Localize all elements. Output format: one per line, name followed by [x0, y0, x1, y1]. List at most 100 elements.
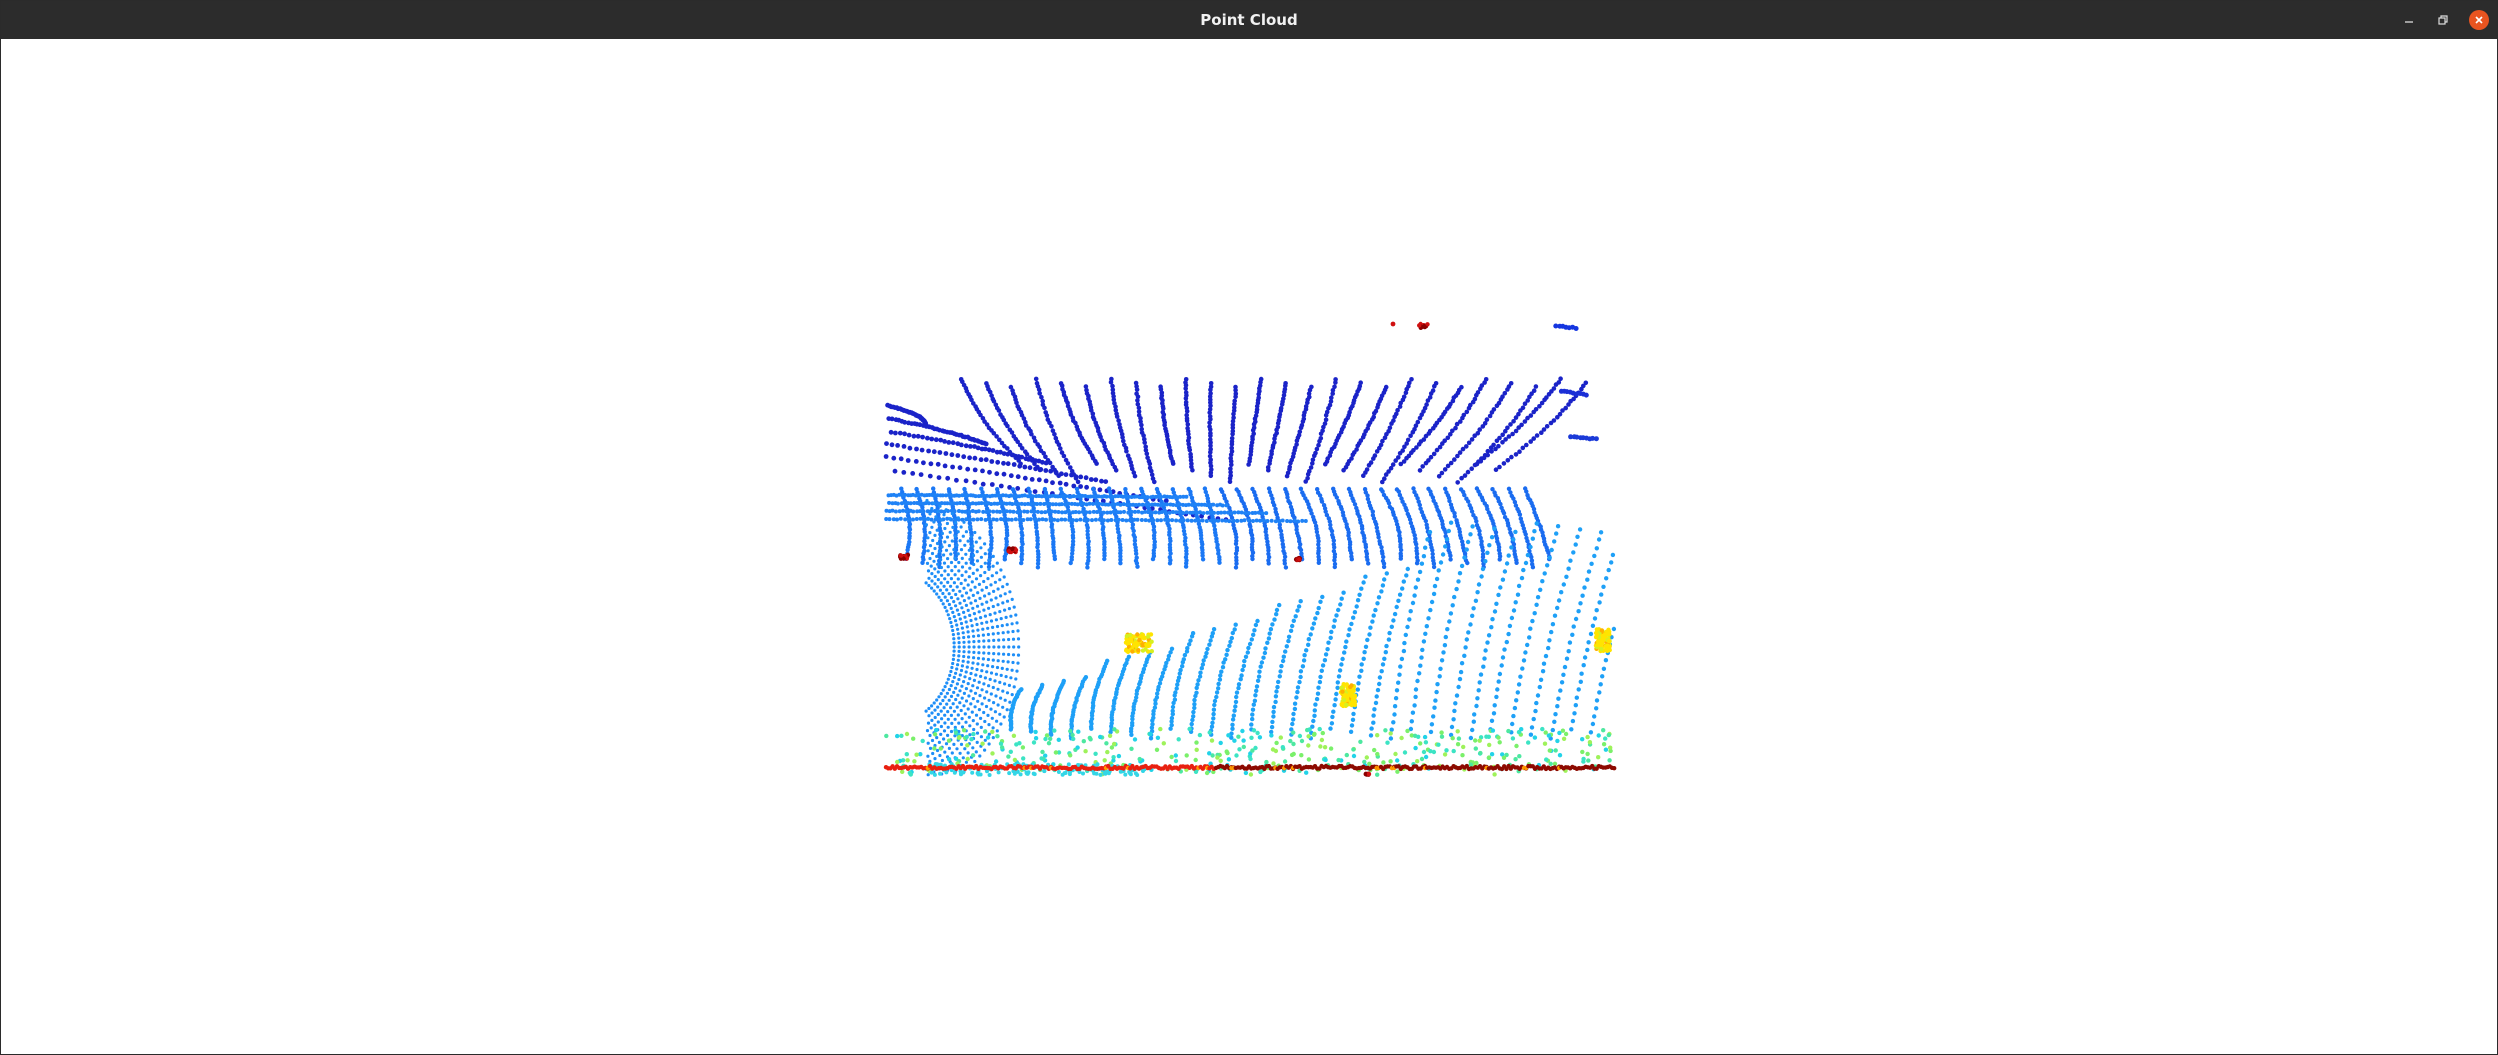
- point: [1298, 599, 1303, 604]
- point: [1505, 387, 1510, 392]
- point: [961, 728, 967, 733]
- point: [956, 597, 960, 601]
- point: [1606, 647, 1612, 652]
- point: [1200, 557, 1206, 562]
- point: [1398, 556, 1404, 561]
- point: [1103, 479, 1109, 484]
- point: [936, 585, 940, 589]
- point: [942, 584, 946, 588]
- point: [1151, 518, 1156, 523]
- point: [1172, 697, 1178, 702]
- point: [987, 606, 991, 610]
- point: [950, 512, 954, 516]
- point: [1337, 668, 1343, 673]
- point: [1376, 595, 1382, 600]
- point: [1504, 639, 1510, 645]
- point: [898, 553, 904, 558]
- point: [960, 717, 964, 721]
- point: [904, 731, 910, 737]
- point: [949, 552, 953, 556]
- point: [1208, 518, 1213, 523]
- point: [928, 512, 932, 516]
- point: [1217, 560, 1222, 565]
- point: [1459, 475, 1464, 481]
- point: [1063, 481, 1069, 487]
- point: [1366, 561, 1371, 566]
- point: [926, 721, 931, 725]
- point: [1084, 510, 1089, 515]
- point: [1511, 608, 1517, 613]
- point: [915, 433, 921, 439]
- point-cloud-viewport[interactable]: [1, 39, 2497, 1054]
- point: [1601, 742, 1607, 747]
- point: [955, 682, 960, 686]
- point: [992, 701, 996, 705]
- point: [889, 416, 895, 422]
- point: [902, 431, 907, 437]
- point: [1292, 701, 1298, 706]
- point: [1039, 394, 1044, 400]
- point: [1588, 730, 1594, 735]
- point: [1434, 447, 1440, 453]
- point: [1298, 669, 1304, 674]
- point: [1559, 590, 1564, 595]
- point: [1274, 689, 1279, 694]
- point: [954, 671, 958, 675]
- point: [1101, 518, 1106, 523]
- point: [1246, 511, 1251, 516]
- point: [939, 598, 943, 603]
- point: [1550, 727, 1556, 733]
- point: [1073, 510, 1078, 514]
- point: [951, 702, 955, 706]
- minimize-button[interactable]: [2399, 10, 2419, 30]
- point: [947, 746, 952, 751]
- point: [1052, 556, 1058, 562]
- point: [1133, 509, 1137, 514]
- point: [1570, 718, 1576, 724]
- point: [1514, 698, 1519, 703]
- point: [995, 729, 999, 733]
- point: [1483, 559, 1488, 564]
- point: [1135, 564, 1140, 569]
- point: [1027, 465, 1033, 471]
- point: [949, 669, 953, 674]
- restore-button[interactable]: [2433, 10, 2453, 30]
- point: [1426, 616, 1431, 621]
- point: [933, 567, 937, 571]
- point: [1149, 639, 1154, 644]
- point: [1036, 477, 1042, 483]
- point: [945, 475, 951, 481]
- point: [1261, 655, 1266, 660]
- point: [963, 543, 967, 547]
- point: [1417, 415, 1423, 421]
- point: [972, 645, 976, 649]
- point: [1418, 741, 1423, 746]
- point: [949, 620, 953, 625]
- point: [956, 577, 960, 581]
- point: [942, 463, 948, 469]
- point: [1464, 637, 1470, 642]
- point: [1409, 719, 1415, 724]
- point: [1155, 735, 1161, 740]
- point: [1010, 502, 1015, 506]
- point: [1204, 770, 1210, 776]
- point: [1328, 746, 1334, 751]
- point: [930, 579, 934, 583]
- close-button[interactable]: [2469, 10, 2489, 30]
- point: [1484, 734, 1489, 739]
- point: [1332, 545, 1337, 550]
- point: [1399, 656, 1405, 662]
- point: [1576, 687, 1581, 692]
- point: [1566, 402, 1571, 407]
- point: [1537, 684, 1543, 690]
- point: [1434, 576, 1440, 582]
- point: [1257, 669, 1262, 674]
- point: [1301, 658, 1307, 663]
- point: [980, 702, 984, 706]
- point: [1592, 714, 1597, 719]
- point: [1235, 518, 1240, 523]
- point: [1517, 512, 1523, 517]
- title-bar[interactable]: Point Cloud: [1, 1, 2497, 39]
- point: [936, 712, 940, 717]
- point: [1360, 526, 1365, 531]
